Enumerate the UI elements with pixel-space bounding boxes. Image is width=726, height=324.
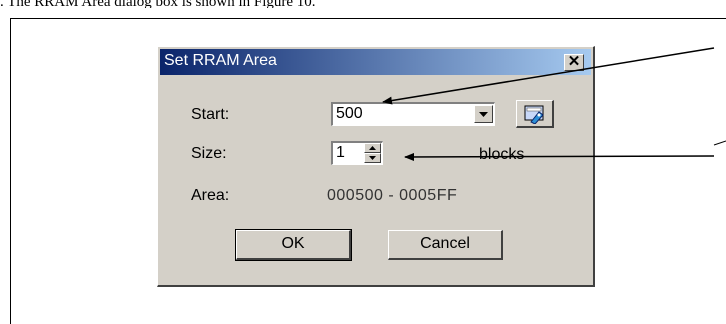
callout-arrows xyxy=(382,47,726,161)
size-callout-arrow xyxy=(404,152,715,161)
start-callout-arrow xyxy=(382,47,715,105)
callout-connector xyxy=(713,140,726,146)
